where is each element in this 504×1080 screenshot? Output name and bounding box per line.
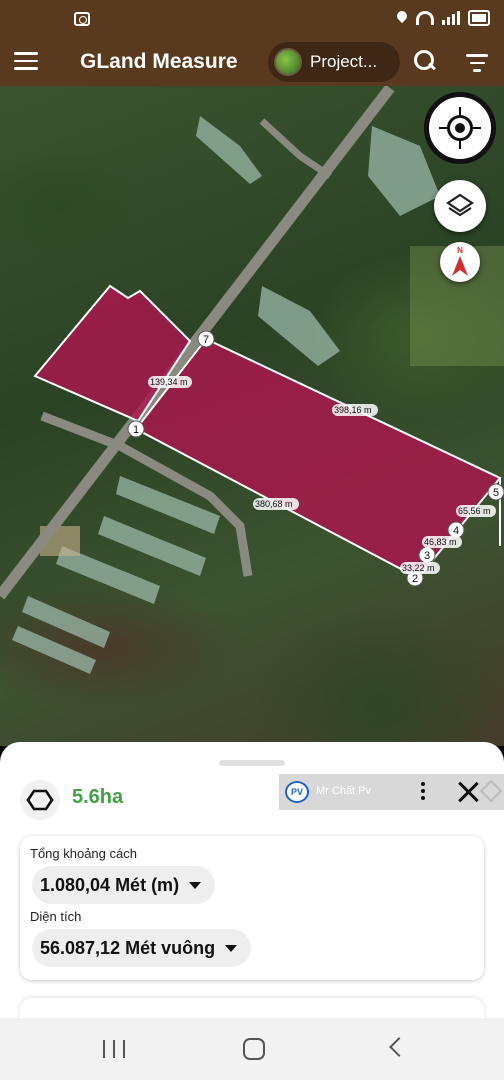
building — [98, 516, 206, 576]
wifi-icon — [416, 11, 434, 25]
compass-north-label: N — [457, 246, 463, 255]
ad-badge-icon — [479, 779, 503, 803]
layers-button[interactable] — [434, 180, 486, 232]
compass-button[interactable]: N — [440, 242, 480, 282]
app-title: GLand Measure — [80, 50, 238, 73]
project-label: Project... — [310, 52, 378, 71]
system-nav-bar — [0, 1018, 504, 1080]
edge-label-e: 46,83 m — [424, 537, 457, 547]
battery-icon — [468, 10, 490, 26]
vertex-7-label: 7 — [203, 334, 209, 346]
app-bar: GLand Measure Project... — [0, 38, 504, 86]
measurement-card: Tổng khoảng cách 1.080,04 Mét (m) Diện t… — [20, 836, 484, 980]
more-vert-icon[interactable] — [419, 782, 427, 804]
building — [196, 116, 262, 184]
vertex-1-label: 1 — [133, 424, 139, 436]
recents-icon[interactable] — [103, 1040, 125, 1058]
signal-icon — [442, 11, 460, 25]
edge-label-f: 33,22 m — [402, 563, 435, 573]
menu-icon[interactable] — [14, 52, 38, 72]
edge-label-b: 398,16 m — [334, 405, 372, 415]
sheet-drag-handle[interactable] — [219, 760, 285, 766]
project-selector[interactable]: Project... — [268, 42, 400, 82]
compass-icon — [452, 256, 468, 276]
chevron-down-icon — [189, 881, 202, 889]
close-icon[interactable] — [457, 781, 479, 803]
ad-logo: PV — [285, 781, 309, 803]
distance-unit-dropdown[interactable]: 1.080,04 Mét (m) — [32, 866, 216, 904]
screen-record-icon — [74, 12, 90, 26]
status-bar — [0, 0, 504, 38]
area-summary: 5.6ha — [72, 786, 124, 808]
filter-icon[interactable] — [466, 54, 488, 72]
vertex-2-label: 2 — [412, 573, 418, 585]
chevron-down-icon — [225, 944, 238, 952]
location-icon — [396, 11, 408, 25]
building — [258, 286, 340, 366]
ad-name: Mr Chất Pv — [316, 785, 372, 797]
area-value: 56.087,12 Mét vuông — [40, 937, 216, 958]
measurement-sheet: 5.6ha PV Mr Chất Pv Tổng khoảng cách 1.0… — [0, 742, 504, 1038]
project-thumbnail — [274, 48, 302, 76]
area-unit-dropdown[interactable]: 56.087,12 Mét vuông — [32, 929, 252, 967]
polygon-shape-icon[interactable] — [20, 780, 60, 820]
vertex-5-label: 5 — [493, 487, 499, 499]
total-distance-value: 1.080,04 Mét (m) — [40, 874, 180, 895]
edge-label-a: 139,34 m — [150, 377, 188, 387]
map-overlay: 7 1 5 4 3 2 139,34 m 398,16 m 380,68 m 6… — [0, 86, 504, 674]
back-icon[interactable] — [389, 1037, 409, 1057]
building — [116, 476, 220, 534]
search-icon[interactable] — [414, 50, 438, 74]
satellite-map[interactable]: 7 1 5 4 3 2 139,34 m 398,16 m 380,68 m 6… — [0, 86, 504, 746]
my-location-button[interactable] — [424, 92, 496, 164]
home-icon[interactable] — [243, 1038, 265, 1060]
vertex-3-label: 3 — [424, 550, 430, 562]
area-label: Diện tích — [30, 909, 82, 924]
edge-label-c: 380,68 m — [255, 499, 293, 509]
layers-icon — [446, 193, 474, 217]
total-distance-label: Tổng khoảng cách — [30, 846, 137, 861]
vertex-4-label: 4 — [453, 525, 459, 537]
side-road-north — [259, 118, 332, 179]
edge-label-d: 65,56 m — [458, 506, 491, 516]
ad-banner[interactable]: PV Mr Chất Pv — [279, 774, 504, 810]
